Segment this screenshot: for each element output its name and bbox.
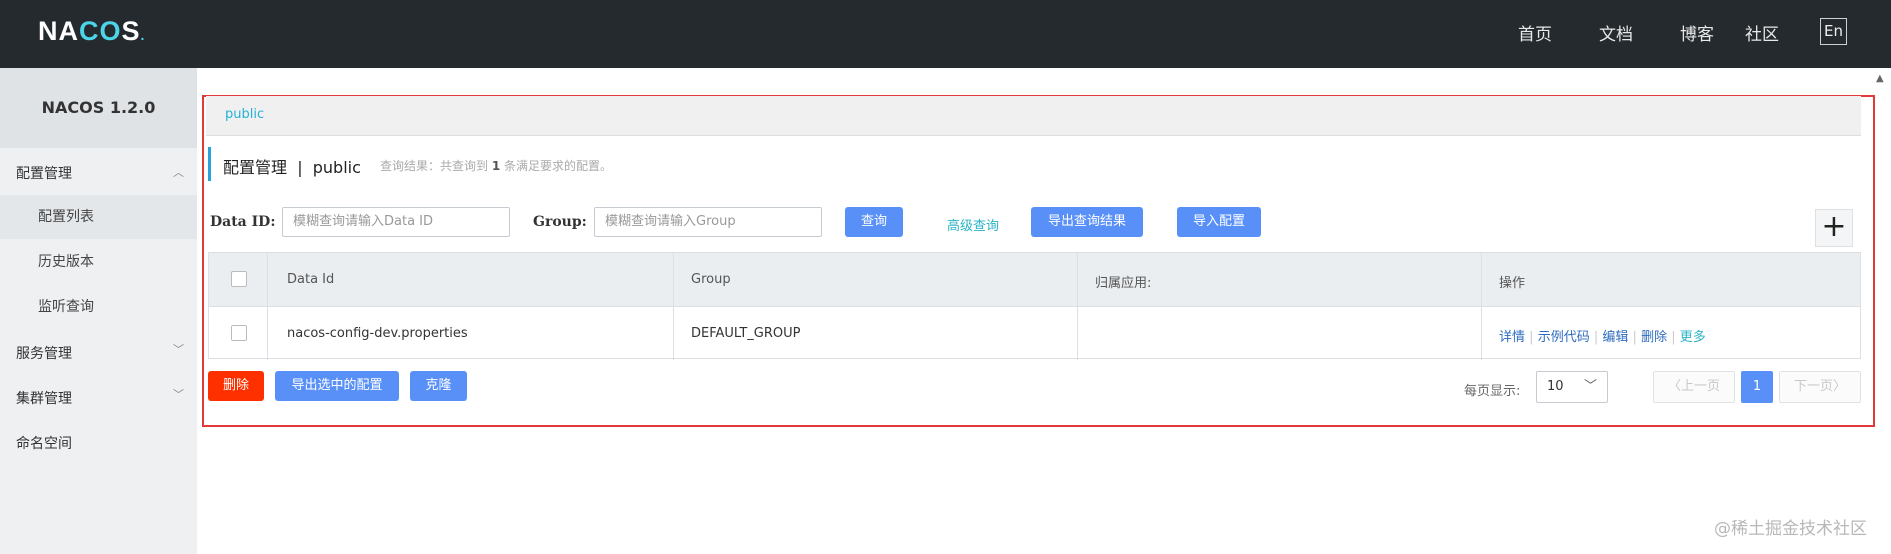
group-label: Group: [533,214,587,230]
sidebar-item-config-list[interactable]: 配置列表 [0,195,197,239]
chevron-left-icon: 〈 [1667,379,1681,394]
col-divider [267,253,268,360]
edit-link[interactable]: 编辑 [1602,330,1628,345]
ops-separator: | [1632,330,1637,345]
prev-page-button[interactable]: 〈上一页 [1653,371,1735,403]
details-link[interactable]: 详情 [1499,330,1525,345]
col-header-dataid: Data Id [287,272,335,287]
sidebar: NACOS 1.2.0 配置管理 ︿ 配置列表 历史版本 监听查询 服务管理 ﹀… [0,68,197,554]
dataid-input[interactable]: 模糊查询请输入Data ID [282,207,510,237]
nav-blog[interactable]: 博客 [1680,20,1714,45]
top-navbar: NACOS. 首页 文档 博客 社区 En [0,0,1891,68]
namespace-bar [206,96,1861,136]
ops-separator: | [1593,330,1599,345]
sidebar-item-config-mgmt[interactable]: 配置管理 [16,163,72,183]
clone-button[interactable]: 克隆 [410,371,467,401]
group-input[interactable]: 模糊查询请输入Group [594,207,822,237]
ops-separator: | [1529,330,1534,345]
nav-home[interactable]: 首页 [1518,20,1552,45]
dataid-label: Data ID: [210,214,276,230]
col-divider [1481,253,1482,360]
query-button[interactable]: 查询 [845,207,903,237]
nacos-logo[interactable]: NACOS. [38,16,145,47]
config-table: Data Id Group 归属应用: 操作 nacos-config-dev.… [208,252,1861,360]
chevron-down-icon[interactable]: ﹀ [173,341,184,357]
per-page-select[interactable]: 10 ﹀ [1536,371,1608,403]
sample-code-link[interactable]: 示例代码 [1538,330,1590,345]
namespace-public-link[interactable]: public [225,107,264,122]
next-page-button[interactable]: 下一页〉 [1779,371,1861,403]
title-accent [208,147,211,181]
sidebar-item-history[interactable]: 历史版本 [0,240,197,284]
chevron-right-icon: 〉 [1833,379,1847,394]
watermark: @稀土掘金技术社区 [1714,519,1867,539]
row-group: DEFAULT_GROUP [691,326,801,341]
chevron-down-icon: ﹀ [1583,379,1597,394]
row-dataid: nacos-config-dev.properties [287,326,468,341]
query-result-info: 查询结果：共查询到 1 条满足要求的配置。 [380,159,613,173]
sidebar-item-cluster-mgmt[interactable]: 集群管理 [16,388,72,408]
row-checkbox[interactable] [231,325,247,341]
ops-separator: | [1671,330,1676,345]
delete-link[interactable]: 删除 [1641,330,1667,345]
sidebar-item-service-mgmt[interactable]: 服务管理 [16,343,72,363]
col-divider [1077,253,1078,360]
chevron-down-icon[interactable]: ﹀ [173,386,184,402]
more-link[interactable]: 更多 [1680,330,1706,345]
scroll-up-arrow-icon[interactable]: ▲ [1876,73,1884,84]
table-header [209,253,1860,307]
chevron-up-icon[interactable]: ︿ [173,164,184,180]
col-header-app: 归属应用: [1095,276,1152,291]
add-config-button[interactable]: + [1815,209,1853,247]
nav-community[interactable]: 社区 [1745,20,1779,45]
nav-docs[interactable]: 文档 [1599,20,1633,45]
page-1-button[interactable]: 1 [1741,371,1773,403]
per-page-label: 每页显示: [1464,384,1521,399]
col-divider [673,253,674,360]
row-ops: 详情 | 示例代码 | 编辑 | 删除 | 更多 [1499,326,1706,345]
sidebar-item-namespace[interactable]: 命名空间 [16,433,72,453]
col-header-ops: 操作 [1499,276,1526,291]
export-result-button[interactable]: 导出查询结果 [1031,207,1143,237]
col-header-group: Group [691,272,731,287]
language-toggle[interactable]: En [1820,18,1847,45]
bulk-delete-button[interactable]: 删除 [208,371,264,401]
export-selected-button[interactable]: 导出选中的配置 [275,371,399,401]
page-title: 配置管理 | public [223,158,361,177]
version-label: NACOS 1.2.0 [0,68,197,148]
select-all-checkbox[interactable] [231,271,247,287]
advanced-query-link[interactable]: 高级查询 [947,215,999,234]
import-config-button[interactable]: 导入配置 [1177,207,1261,237]
sidebar-item-listener[interactable]: 监听查询 [0,285,197,329]
